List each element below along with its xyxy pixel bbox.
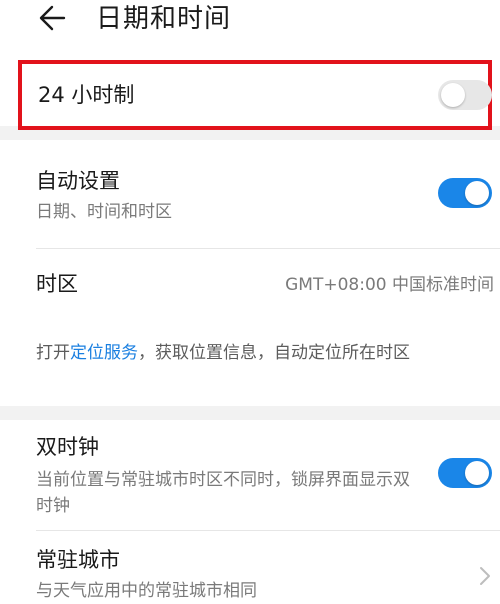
home-city-label: 常驻城市	[36, 548, 120, 572]
auto-set-toggle[interactable]	[438, 178, 492, 208]
chevron-right-icon[interactable]	[478, 565, 492, 587]
dual-clock-toggle[interactable]	[438, 458, 492, 488]
auto-set-description: 日期、时间和时区	[36, 202, 172, 222]
back-button[interactable]	[34, 0, 74, 40]
app-header: 日期和时间	[0, 0, 500, 50]
time-format-toggle[interactable]	[438, 80, 492, 110]
time-format-label: 24 小时制	[38, 83, 135, 107]
timezone-label: 时区	[36, 272, 78, 296]
location-note: 打开定位服务，获取位置信息，自动定位所在时区	[36, 338, 476, 368]
home-city-description: 与天气应用中的常驻城市相同	[36, 581, 257, 601]
location-note-suffix: ，获取位置信息，自动定位所在时区	[138, 343, 410, 363]
toggle-knob	[465, 461, 489, 485]
page-title: 日期和时间	[96, 4, 232, 34]
timezone-value: GMT+08:00 中国标准时间	[285, 275, 494, 295]
dual-clock-label: 双时钟	[36, 435, 99, 459]
section-gap	[0, 406, 500, 420]
divider	[36, 530, 500, 531]
dual-clock-description: 当前位置与常驻城市时区不同时，锁屏界面显示双时钟	[36, 470, 410, 516]
divider	[36, 248, 500, 249]
arrow-left-icon	[39, 5, 66, 31]
auto-set-label: 自动设置	[36, 169, 120, 193]
location-note-prefix: 打开	[36, 343, 70, 363]
toggle-knob	[441, 83, 465, 107]
location-service-link[interactable]: 定位服务	[70, 343, 138, 363]
toggle-knob	[465, 181, 489, 205]
time-format-row[interactable]: 24 小时制	[18, 60, 492, 130]
